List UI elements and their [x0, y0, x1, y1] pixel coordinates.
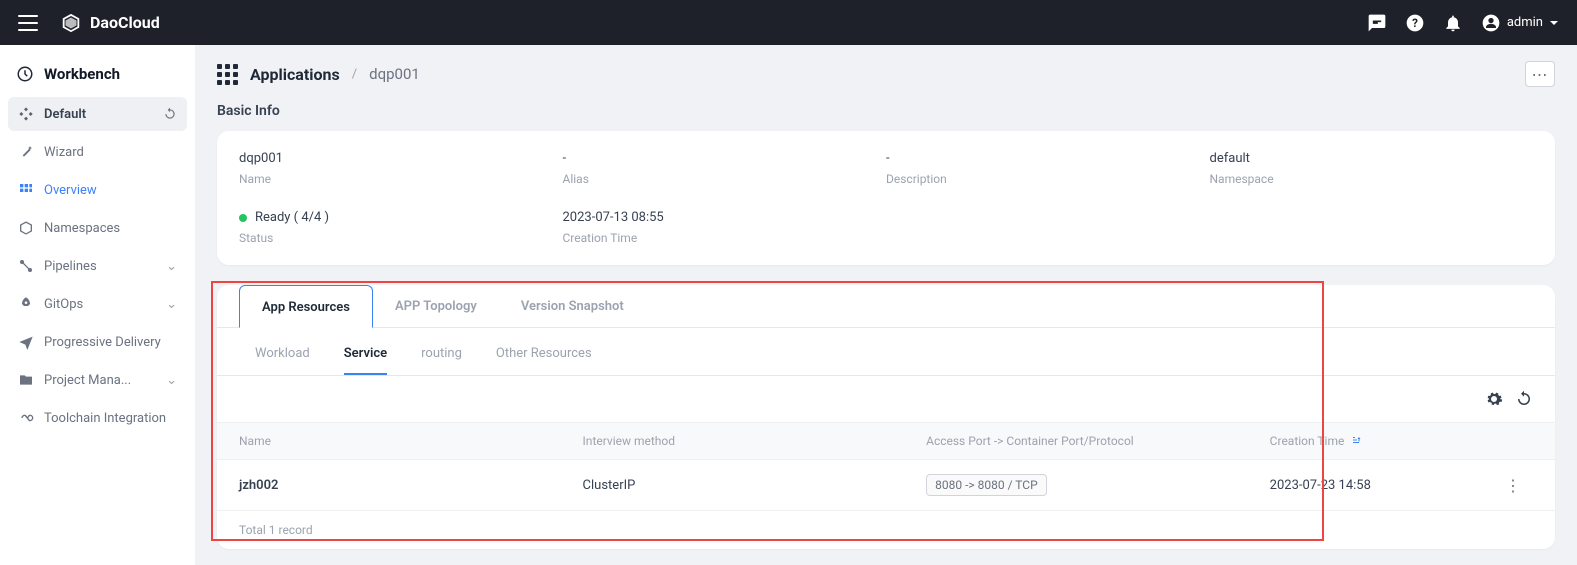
- workbench-icon: [16, 65, 34, 83]
- cell-interview: ClusterIP: [583, 478, 927, 493]
- info-ns-label: Namespace: [1210, 172, 1534, 186]
- header-actions: ? admin: [1367, 13, 1559, 33]
- info-created-label: Creation Time: [563, 231, 887, 245]
- reload-icon[interactable]: [1515, 390, 1533, 408]
- tab-app-topology[interactable]: APP Topology: [373, 285, 499, 327]
- sidebar-item-project[interactable]: Project Mana... ⌄: [8, 363, 187, 397]
- resources-card: App Resources APP Topology Version Snaps…: [217, 285, 1555, 549]
- account-menu[interactable]: admin: [1481, 13, 1559, 33]
- cube-icon: [60, 12, 82, 34]
- chevron-down-icon: ⌄: [166, 373, 177, 388]
- sidebar-title: Workbench: [8, 59, 187, 97]
- pipeline-icon: [18, 258, 34, 274]
- infinity-icon: [18, 410, 34, 426]
- grid-icon: [18, 182, 34, 198]
- sidebar-item-default[interactable]: Default: [8, 97, 187, 131]
- service-table: Name Interview method Access Port -> Con…: [217, 422, 1555, 549]
- sidebar-item-wizard[interactable]: Wizard: [8, 135, 187, 169]
- table-toolbar: [217, 376, 1555, 422]
- subtab-service[interactable]: Service: [344, 340, 387, 375]
- gear-icon[interactable]: [1485, 390, 1503, 408]
- more-actions-button[interactable]: ⋯: [1525, 61, 1555, 87]
- subtabs-row: Workload Service routing Other Resources: [217, 328, 1555, 376]
- sidebar: Workbench Default Wizard Overview Namesp…: [0, 45, 195, 565]
- bell-icon[interactable]: [1443, 13, 1463, 33]
- info-desc-value: -: [886, 151, 1210, 166]
- info-alias-label: Alias: [563, 172, 887, 186]
- chevron-down-icon: ⌄: [166, 259, 177, 274]
- table-head: Name Interview method Access Port -> Con…: [217, 422, 1555, 460]
- breadcrumb-sep: /: [352, 67, 357, 82]
- box-icon: [18, 220, 34, 236]
- sidebar-item-progressive[interactable]: Progressive Delivery: [8, 325, 187, 359]
- rocket-icon: [18, 296, 34, 312]
- info-status-label: Status: [239, 231, 563, 245]
- svg-text:?: ?: [1412, 16, 1418, 30]
- sidebar-item-gitops[interactable]: GitOps ⌄: [8, 287, 187, 321]
- subtab-other[interactable]: Other Resources: [496, 340, 592, 375]
- chevron-down-icon: ⌄: [166, 297, 177, 312]
- port-badge: 8080 -> 8080 / TCP: [926, 474, 1047, 496]
- tab-version-snapshot[interactable]: Version Snapshot: [499, 285, 646, 327]
- subtab-routing[interactable]: routing: [421, 340, 462, 375]
- breadcrumb: Applications / dqp001 ⋯: [217, 61, 1555, 87]
- user-icon: [1481, 13, 1501, 33]
- top-header: DaoCloud ? admin: [0, 0, 1577, 45]
- col-created[interactable]: Creation Time: [1270, 434, 1493, 448]
- main-content: Applications / dqp001 ⋯ Basic Info dqp00…: [195, 45, 1577, 565]
- info-created-value: 2023-07-13 08:55: [563, 210, 887, 225]
- brand-text: DaoCloud: [90, 13, 160, 32]
- basic-info-card: dqp001 Name - Alias - Description defaul…: [217, 131, 1555, 265]
- help-icon[interactable]: ?: [1405, 13, 1425, 33]
- brand-logo[interactable]: DaoCloud: [60, 12, 160, 34]
- menu-icon[interactable]: [18, 15, 38, 31]
- info-name-label: Name: [239, 172, 563, 186]
- account-name: admin: [1507, 15, 1543, 30]
- plane-icon: [18, 334, 34, 350]
- sidebar-item-toolchain[interactable]: Toolchain Integration: [8, 401, 187, 435]
- sidebar-item-namespaces[interactable]: Namespaces: [8, 211, 187, 245]
- cell-created: 2023-07-23 14:58: [1270, 478, 1493, 493]
- row-more-icon[interactable]: ⋮: [1493, 476, 1533, 495]
- folder-icon: [18, 372, 34, 388]
- table-row: jzh002 ClusterIP 8080 -> 8080 / TCP 2023…: [217, 460, 1555, 510]
- message-icon[interactable]: [1367, 13, 1387, 33]
- info-desc-label: Description: [886, 172, 1210, 186]
- cell-name[interactable]: jzh002: [239, 478, 583, 493]
- info-alias-value: -: [563, 151, 887, 166]
- breadcrumb-current: dqp001: [369, 65, 420, 83]
- sidebar-item-overview[interactable]: Overview: [8, 173, 187, 207]
- sidebar-item-pipelines[interactable]: Pipelines ⌄: [8, 249, 187, 283]
- subtab-workload[interactable]: Workload: [255, 340, 310, 375]
- col-interview[interactable]: Interview method: [583, 434, 927, 448]
- breadcrumb-root[interactable]: Applications: [250, 65, 340, 84]
- chevron-down-icon: [1549, 18, 1559, 28]
- basic-info-title: Basic Info: [217, 103, 1555, 119]
- info-ns-value: default: [1210, 151, 1534, 166]
- col-port[interactable]: Access Port -> Container Port/Protocol: [926, 434, 1270, 448]
- refresh-icon[interactable]: [163, 107, 177, 121]
- tabs-row: App Resources APP Topology Version Snaps…: [217, 285, 1555, 328]
- wand-icon: [18, 144, 34, 160]
- info-status-value: Ready ( 4/4 ): [239, 210, 563, 225]
- default-icon: [18, 106, 34, 122]
- tab-app-resources[interactable]: App Resources: [239, 285, 373, 328]
- info-name-value: dqp001: [239, 151, 563, 166]
- status-dot-icon: [239, 214, 247, 222]
- col-name[interactable]: Name: [239, 434, 583, 448]
- table-footer: Total 1 record: [217, 510, 1555, 549]
- sort-icon: [1350, 435, 1362, 447]
- apps-grid-icon[interactable]: [217, 64, 238, 85]
